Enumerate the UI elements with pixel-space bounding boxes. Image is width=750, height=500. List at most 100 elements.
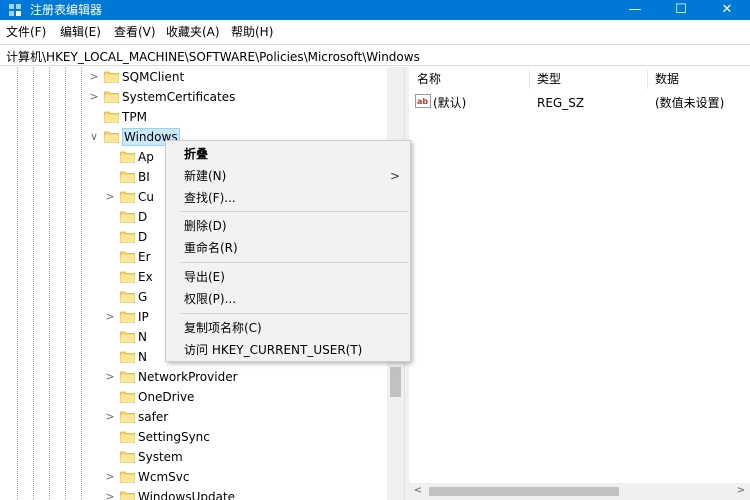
column-header-type[interactable]: 类型	[537, 71, 561, 87]
address-path[interactable]: 计算机\HKEY_LOCAL_MACHINE\SOFTWARE\Policies…	[6, 48, 420, 65]
context-menu-copy-key-name[interactable]: 复制项名称(C)	[166, 317, 410, 339]
tree-item[interactable]: System	[104, 447, 387, 467]
expand-chevron-icon[interactable]: >	[104, 310, 116, 324]
column-header-name[interactable]: 名称	[417, 71, 441, 87]
tree-item-label: WcmSvc	[138, 470, 190, 484]
address-bar[interactable]: 计算机\HKEY_LOCAL_MACHINE\SOFTWARE\Policies…	[0, 44, 750, 66]
scrollbar-thumb[interactable]	[429, 487, 619, 496]
expand-chevron-icon[interactable]: >	[104, 190, 116, 204]
value-row[interactable]: ab (默认) REG_SZ (数值未设置)	[409, 93, 750, 113]
column-separator[interactable]	[647, 69, 648, 89]
menu-view[interactable]: 查看(V)	[114, 24, 156, 40]
context-menu-goto-hkcu[interactable]: 访问 HKEY_CURRENT_USER(T)	[166, 339, 410, 361]
column-separator[interactable]	[529, 69, 530, 89]
context-menu-delete[interactable]: 删除(D)	[166, 215, 410, 237]
folder-icon	[120, 331, 135, 343]
context-menu-label: 新建(N)	[184, 169, 227, 183]
context-menu-find[interactable]: 查找(F)...	[166, 187, 410, 209]
tree-item-label: BI	[138, 170, 150, 184]
column-header-data[interactable]: 数据	[655, 71, 679, 87]
tree-item[interactable]: TPM	[88, 107, 387, 127]
tree-item-label: Ex	[138, 270, 153, 284]
expander-placeholder	[104, 350, 116, 364]
context-menu-label: 复制项名称(C)	[184, 321, 262, 335]
tree-item[interactable]: > WindowsUpdate	[104, 487, 387, 500]
expand-chevron-icon[interactable]: >	[88, 70, 100, 84]
context-menu-permissions[interactable]: 权限(P)...	[166, 288, 410, 310]
folder-icon	[120, 251, 135, 263]
folder-icon	[120, 451, 135, 463]
expand-chevron-icon[interactable]: >	[104, 410, 116, 424]
context-menu-label: 权限(P)...	[184, 292, 237, 306]
tree-item-label: NetworkProvider	[138, 370, 238, 384]
menu-edit[interactable]: 编辑(E)	[60, 24, 101, 40]
minimize-button[interactable]: —	[612, 0, 658, 20]
folder-icon	[120, 311, 135, 323]
folder-icon	[120, 351, 135, 363]
tree-item-label: WindowsUpdate	[138, 490, 236, 500]
expander-placeholder	[104, 230, 116, 244]
folder-icon	[120, 211, 135, 223]
folder-icon	[104, 131, 119, 143]
menu-favorites[interactable]: 收藏夹(A)	[166, 24, 220, 40]
string-value-icon: ab	[415, 94, 431, 108]
expand-chevron-icon[interactable]: >	[104, 370, 116, 384]
scroll-right-arrow[interactable]: >	[734, 484, 748, 498]
context-menu-new[interactable]: 新建(N) >	[166, 165, 410, 187]
tree-item-label: System	[138, 450, 183, 464]
context-menu-separator	[180, 211, 408, 212]
context-menu-label: 查找(F)...	[184, 191, 236, 205]
expander-placeholder	[104, 270, 116, 284]
expand-chevron-icon[interactable]: >	[104, 470, 116, 484]
folder-icon	[120, 231, 135, 243]
context-menu-collapse[interactable]: 折叠	[166, 143, 410, 165]
tree-item-label: N	[138, 350, 147, 364]
tree-guide-line	[33, 67, 34, 500]
menu-help[interactable]: 帮助(H)	[231, 24, 273, 40]
tree-guide-line	[65, 67, 66, 500]
tree-item[interactable]: > safer	[104, 407, 387, 427]
folder-icon	[120, 171, 135, 183]
folder-icon	[104, 91, 119, 103]
tree-item[interactable]: > SystemCertificates	[88, 87, 387, 107]
context-menu-label: 导出(E)	[184, 270, 225, 284]
expand-chevron-icon[interactable]: >	[104, 490, 116, 500]
tree-item[interactable]: SettingSync	[104, 427, 387, 447]
tree-item[interactable]: > SQMClient	[88, 67, 387, 87]
scroll-left-arrow[interactable]: <	[411, 484, 425, 498]
tree-item-label: G	[138, 290, 148, 304]
maximize-button[interactable]: ☐	[658, 0, 704, 20]
value-list[interactable]: 名称 类型 数据 ab (默认) REG_SZ (数值未设置)	[409, 67, 750, 500]
tree-item-label: SQMClient	[122, 70, 185, 84]
scrollbar-thumb[interactable]	[390, 367, 401, 397]
menu-file[interactable]: 文件(F)	[6, 24, 46, 40]
folder-icon	[120, 491, 135, 500]
context-menu-rename[interactable]: 重命名(R)	[166, 237, 410, 259]
window-title: 注册表编辑器	[30, 3, 103, 17]
context-menu-label: 删除(D)	[184, 219, 227, 233]
list-horizontal-scrollbar[interactable]: < >	[409, 483, 750, 500]
tree-item-label: TPM	[122, 110, 147, 124]
tree-guide-line	[17, 67, 18, 500]
tree-guide-line	[49, 67, 50, 500]
context-menu-export[interactable]: 导出(E)	[166, 266, 410, 288]
context-menu-label: 访问 HKEY_CURRENT_USER(T)	[184, 343, 363, 357]
tree-item-label: Er	[138, 250, 151, 264]
context-menu: 折叠 新建(N) > 查找(F)... 删除(D) 重命名(R) 导出(E) 权…	[165, 140, 411, 362]
value-data: (数值未设置)	[655, 96, 725, 110]
expand-chevron-icon[interactable]: >	[88, 90, 100, 104]
tree-item[interactable]: OneDrive	[104, 387, 387, 407]
tree-item[interactable]: > NetworkProvider	[104, 367, 387, 387]
close-button[interactable]: ✕	[704, 0, 750, 20]
expander-placeholder	[104, 330, 116, 344]
expander-placeholder	[104, 170, 116, 184]
value-name: (默认)	[433, 96, 467, 110]
tree-item[interactable]: > WcmSvc	[104, 467, 387, 487]
folder-icon	[120, 431, 135, 443]
expander-placeholder	[104, 250, 116, 264]
folder-icon	[120, 411, 135, 423]
value-type: REG_SZ	[537, 96, 585, 110]
collapse-chevron-icon[interactable]: ∨	[88, 130, 100, 144]
folder-icon	[120, 291, 135, 303]
submenu-arrow-icon: >	[389, 169, 400, 183]
